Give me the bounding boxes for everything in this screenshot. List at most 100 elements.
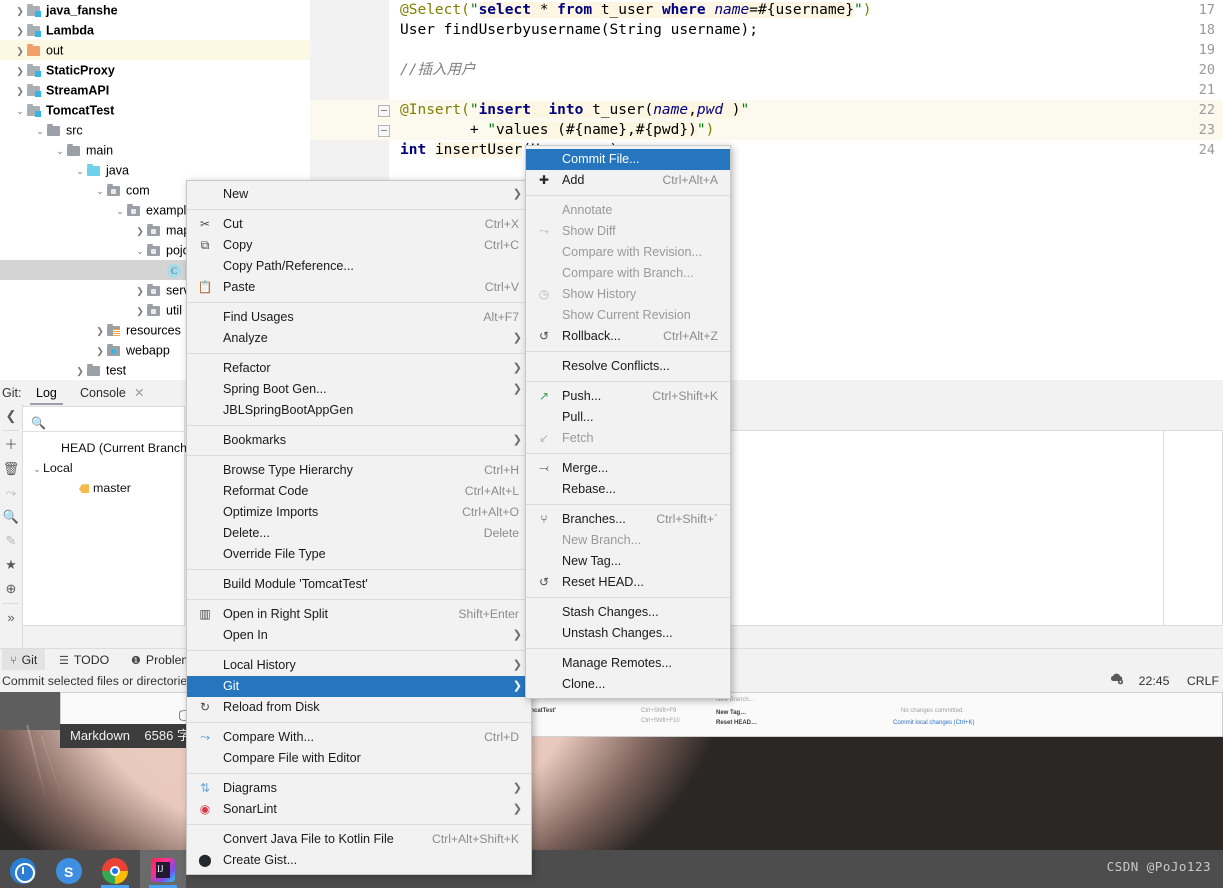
menu-item-spring-boot-gen[interactable]: Spring Boot Gen... ❯ xyxy=(187,379,531,400)
tree-expand-right-icon[interactable]: ❯ xyxy=(14,1,26,21)
menu-item-build-module-tomcattest[interactable]: Build Module 'TomcatTest' xyxy=(187,574,531,595)
tree-node-streamapi[interactable]: ❯ StreamAPI xyxy=(0,80,310,100)
menu-item-refactor[interactable]: Refactor ❯ xyxy=(187,358,531,379)
tree-expand-right-icon[interactable]: ❯ xyxy=(134,281,146,301)
menu-item-convert-java-file-to-kotlin-file[interactable]: Convert Java File to Kotlin File Ctrl+Alt… xyxy=(187,829,531,850)
add-icon[interactable]: ＋ xyxy=(0,433,22,457)
branch-search-input[interactable]: 🔍 xyxy=(23,407,184,432)
tree-node-tomcattest[interactable]: ⌄ TomcatTest xyxy=(0,100,310,120)
branch-node-local[interactable]: ⌄ Local xyxy=(23,458,184,478)
menu-item-bookmarks[interactable]: Bookmarks ❯ xyxy=(187,430,531,451)
tab-log[interactable]: Log xyxy=(30,383,63,405)
cloud-sync-icon[interactable] xyxy=(1109,670,1125,692)
tab-console[interactable]: Console xyxy=(74,383,132,403)
tree-node-src[interactable]: ⌄ src xyxy=(0,120,310,140)
code-line[interactable]: @Insert("insert into t_user(name,pwd )" xyxy=(400,100,749,120)
edit-icon[interactable]: ✎ xyxy=(0,529,22,553)
close-icon[interactable]: ✕ xyxy=(128,383,150,403)
tree-expand-right-icon[interactable]: ❯ xyxy=(14,81,26,101)
git-side-toolbar[interactable]: ❮ ＋ 🗑 ⤳ 🔍 ✎ ★ ⊕ » xyxy=(0,404,23,650)
menu-item-optimize-imports[interactable]: Optimize Imports Ctrl+Alt+O xyxy=(187,502,531,523)
tree-node-main[interactable]: ⌄ main xyxy=(0,140,310,160)
tree-expand-right-icon[interactable]: ❯ xyxy=(74,361,86,380)
tree-expand-down-icon[interactable]: ⌄ xyxy=(114,201,126,221)
intellij-idea-icon[interactable]: IJ xyxy=(140,850,186,888)
tree-node-staticproxy[interactable]: ❯ StaticProxy xyxy=(0,60,310,80)
menu-item-local-history[interactable]: Local History ❯ xyxy=(187,655,531,676)
git-branch-panel[interactable]: 🔍 HEAD (Current Branch) ⌄ Local master xyxy=(22,406,191,626)
menu-item-jblspringbootappgen[interactable]: JBLSpringBootAppGen xyxy=(187,400,531,421)
git-menu-item-commit-file[interactable]: Commit File... xyxy=(526,149,730,170)
git-menu-item-reset-head[interactable]: ↺ Reset HEAD... xyxy=(526,572,730,593)
favorite-icon[interactable]: ★ xyxy=(0,553,22,577)
menu-item-analyze[interactable]: Analyze ❯ xyxy=(187,328,531,349)
tree-expand-right-icon[interactable]: ❯ xyxy=(94,341,106,361)
git-menu-item-rollback[interactable]: ↺ Rollback... Ctrl+Alt+Z xyxy=(526,326,730,347)
menu-item-new[interactable]: New ❯ xyxy=(187,184,531,205)
tree-node-java-fanshe[interactable]: ❯ java_fanshe xyxy=(0,0,310,20)
branch-expand-icon[interactable]: ⌄ xyxy=(31,459,43,479)
tool-window-button-todo[interactable]: ☰ TODO xyxy=(51,649,117,671)
menu-item-browse-type-hierarchy[interactable]: Browse Type Hierarchy Ctrl+H xyxy=(187,460,531,481)
collapse-left-icon[interactable]: ❮ xyxy=(0,404,22,428)
menu-item-copy-path-reference[interactable]: Copy Path/Reference... xyxy=(187,256,531,277)
code-fold-collapse-icon[interactable] xyxy=(378,105,390,117)
tree-expand-down-icon[interactable]: ⌄ xyxy=(134,241,146,261)
branch-tree[interactable]: HEAD (Current Branch) ⌄ Local master xyxy=(23,432,191,498)
menu-item-sonarlint[interactable]: ◉ SonarLint ❯ xyxy=(187,799,531,820)
more-icon[interactable]: » xyxy=(0,606,22,630)
chrome-icon[interactable] xyxy=(92,850,138,888)
menu-item-open-in[interactable]: Open In ❯ xyxy=(187,625,531,646)
menu-item-delete[interactable]: Delete... Delete xyxy=(187,523,531,544)
git-menu-item-new-tag[interactable]: New Tag... xyxy=(526,551,730,572)
tree-node-lambda[interactable]: ❯ Lambda xyxy=(0,20,310,40)
git-menu-item-resolve-conflicts[interactable]: Resolve Conflicts... xyxy=(526,356,730,377)
menu-item-create-gist[interactable]: ⬤ Create Gist... xyxy=(187,850,531,871)
tree-node-out[interactable]: ❯ out xyxy=(0,40,310,60)
git-menu-item-clone[interactable]: Clone... xyxy=(526,674,730,695)
code-fold-end-icon[interactable] xyxy=(378,125,390,137)
menu-item-reformat-code[interactable]: Reformat Code Ctrl+Alt+L xyxy=(187,481,531,502)
tree-expand-down-icon[interactable]: ⌄ xyxy=(34,121,46,141)
menu-item-paste[interactable]: 📋 Paste Ctrl+V xyxy=(187,277,531,298)
diff-icon[interactable]: ⤳ xyxy=(0,481,22,505)
tree-expand-down-icon[interactable]: ⌄ xyxy=(74,161,86,181)
code-line[interactable]: @Select("select * from t_user where name… xyxy=(400,0,871,20)
menu-item-override-file-type[interactable]: Override File Type xyxy=(187,544,531,565)
tree-node-java[interactable]: ⌄ java xyxy=(0,160,310,180)
tree-expand-down-icon[interactable]: ⌄ xyxy=(54,141,66,161)
tool-window-button-git[interactable]: ⑂ Git xyxy=(2,649,46,671)
code-line[interactable]: + "values (#{name},#{pwd})") xyxy=(400,120,714,140)
branch-node-head-current-branch[interactable]: HEAD (Current Branch) xyxy=(23,438,191,458)
taskbar[interactable]: S IJ xyxy=(0,850,1223,888)
git-menu-item-rebase[interactable]: Rebase... xyxy=(526,479,730,500)
search-icon[interactable]: 🔍 xyxy=(0,505,22,529)
status-bar-line-separator[interactable]: CRLF xyxy=(1187,674,1219,688)
menu-item-copy[interactable]: ⧉ Copy Ctrl+C xyxy=(187,235,531,256)
branch-node-master[interactable]: master xyxy=(23,478,184,498)
menu-item-compare-with[interactable]: ⤳ Compare With... Ctrl+D xyxy=(187,727,531,748)
status-bar-right[interactable]: 22:45 CRLF xyxy=(1109,670,1219,692)
git-menu-item-manage-remotes[interactable]: Manage Remotes... xyxy=(526,653,730,674)
file-context-menu[interactable]: New ❯ ✂ Cut Ctrl+X ⧉ Copy Ctrl+C Copy Path/Refer… xyxy=(186,180,532,875)
menu-item-cut[interactable]: ✂ Cut Ctrl+X xyxy=(187,214,531,235)
git-submenu[interactable]: Commit File... ✚ Add Ctrl+Alt+A Annotate ⤳ Sho… xyxy=(525,145,731,699)
settings-icon[interactable]: ⊕ xyxy=(0,577,22,601)
code-line[interactable]: User findUserbyusername(String username)… xyxy=(400,20,758,40)
tree-expand-right-icon[interactable]: ❯ xyxy=(94,321,106,341)
tree-expand-down-icon[interactable]: ⌄ xyxy=(94,181,106,201)
tree-expand-right-icon[interactable]: ❯ xyxy=(14,21,26,41)
menu-item-reload-from-disk[interactable]: ↻ Reload from Disk xyxy=(187,697,531,718)
tree-expand-right-icon[interactable]: ❯ xyxy=(134,221,146,241)
menu-item-compare-file-with-editor[interactable]: Compare File with Editor xyxy=(187,748,531,769)
menu-item-diagrams[interactable]: ⇅ Diagrams ❯ xyxy=(187,778,531,799)
menu-item-git[interactable]: Git ❯ xyxy=(187,676,531,697)
git-menu-item-unstash-changes[interactable]: Unstash Changes... xyxy=(526,623,730,644)
git-menu-item-push[interactable]: ↗ Push... Ctrl+Shift+K xyxy=(526,386,730,407)
git-menu-item-add[interactable]: ✚ Add Ctrl+Alt+A xyxy=(526,170,730,191)
tree-expand-down-icon[interactable]: ⌄ xyxy=(14,101,26,121)
sogou-input-icon[interactable]: S xyxy=(46,850,92,888)
git-menu-item-pull[interactable]: Pull... xyxy=(526,407,730,428)
tree-expand-right-icon[interactable]: ❯ xyxy=(14,61,26,81)
clock-app-icon[interactable] xyxy=(0,850,46,888)
